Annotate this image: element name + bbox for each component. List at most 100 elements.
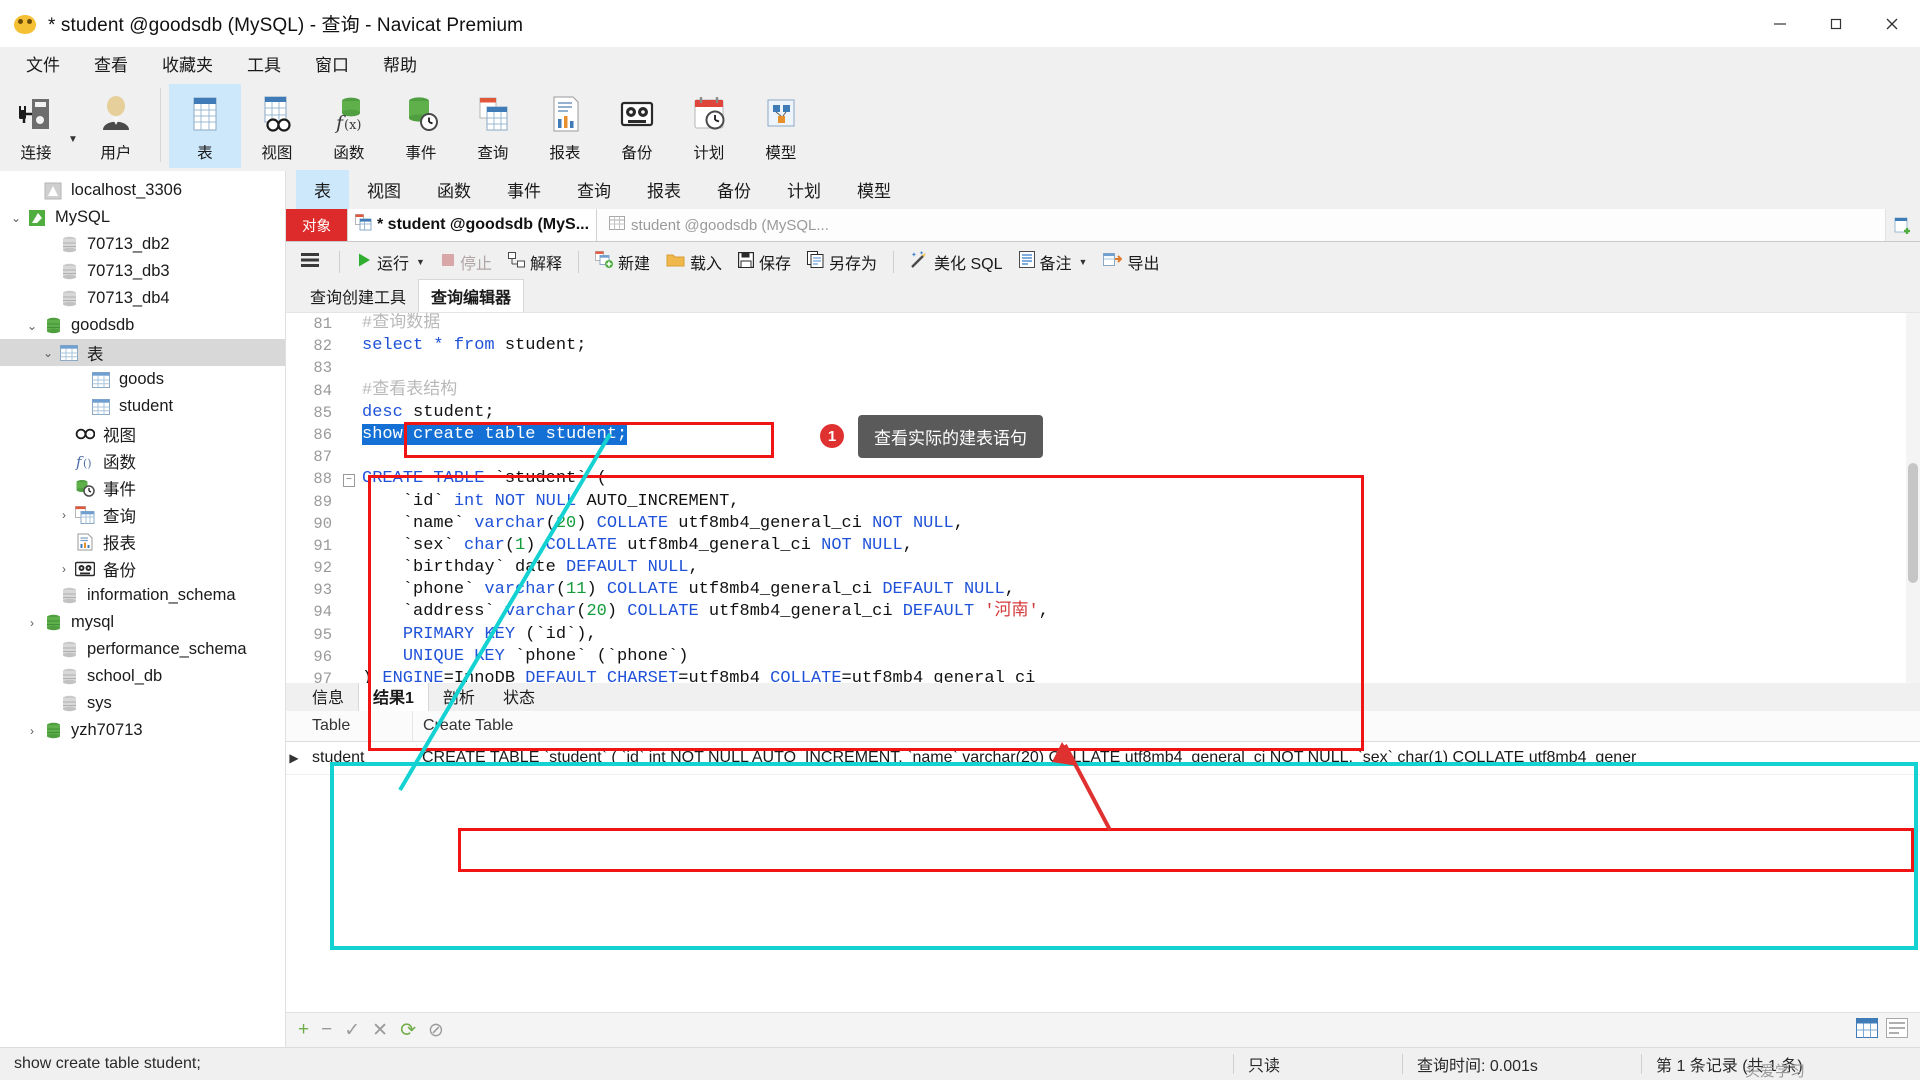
grid-view-icon[interactable] [1856,1017,1878,1043]
sidebar-item-3[interactable]: 70713_db3 [0,258,285,285]
action-save-as[interactable]: 另存为 [800,247,884,277]
chevron-down-icon[interactable]: ▼ [416,257,425,267]
menu-item-help[interactable]: 帮助 [367,47,433,80]
check-icon[interactable]: ✓ [344,1019,360,1042]
top-tab-6[interactable]: 备份 [699,170,769,209]
minimize-icon[interactable] [1752,0,1808,47]
grid-header-create-table[interactable]: Create Table [413,711,1920,741]
result-tab-2[interactable]: 剖析 [429,681,489,711]
minus-icon[interactable]: − [321,1019,332,1041]
action-explain[interactable]: 解释 [501,247,569,277]
editor-line[interactable]: 86 show create table student; [286,423,1920,446]
top-tab-8[interactable]: 模型 [839,170,909,209]
editor-vertical-scrollbar[interactable] [1906,313,1920,683]
refresh-icon[interactable]: ⟳ [400,1019,416,1042]
stop-circle-icon[interactable]: ⊘ [428,1019,444,1042]
editor-line[interactable]: 96 UNIQUE KEY `phone` (`phone`) [286,646,1920,668]
sidebar-item-16[interactable]: › mysql [0,609,285,636]
top-tab-5[interactable]: 报表 [629,170,699,209]
editor-line[interactable]: 85 desc student; [286,402,1920,424]
tab-query-student-active[interactable]: * student @goodsdb (MyS... [347,209,598,241]
editor-line[interactable]: 87 [286,446,1920,468]
editor-line[interactable]: 95 PRIMARY KEY (`id`), [286,624,1920,646]
cancel-icon[interactable]: ✕ [372,1019,388,1042]
sidebar-item-17[interactable]: performance_schema [0,636,285,663]
chevron-right-icon[interactable]: › [22,616,42,630]
chevron-down-icon[interactable]: ⌄ [38,346,58,360]
editor-line[interactable]: 84 #查看表结构 [286,380,1920,402]
ribbon-schedule-button[interactable]: 计划 [673,84,745,165]
ribbon-backup-button[interactable]: 备份 [601,84,673,165]
fold-toggle-icon[interactable]: − [342,468,356,490]
sql-editor-panel[interactable]: 81 #查询数据 82 select * from student; 83 84 #查看表结… [286,312,1920,683]
top-tab-1[interactable]: 视图 [349,170,419,209]
cell-create-table[interactable]: CREATE TABLE `student` ( `id` int NOT NU… [412,742,1920,774]
action-beautify[interactable]: ✦ ✦ 美化 SQL [903,247,1009,277]
tab-student-table[interactable]: student @goodsdb (MySQL... [597,209,1886,241]
chevron-right-icon[interactable]: › [22,724,42,738]
chevron-down-icon[interactable]: ⌄ [22,319,42,333]
result-tab-1[interactable]: 结果1 [358,680,429,711]
ribbon-function-button[interactable]: f (x) 函数 [313,84,385,165]
top-tab-7[interactable]: 计划 [769,170,839,209]
editor-tab-0[interactable]: 查询创建工具 [298,280,418,312]
ribbon-connection-button[interactable]: 连接 [0,84,72,165]
sidebar-item-5[interactable]: ⌄ goodsdb [0,312,285,339]
object-badge[interactable]: 对象 [286,209,347,241]
editor-line[interactable]: 81 #查询数据 [286,313,1920,335]
action-load[interactable]: 载入 [659,247,729,277]
result-tab-0[interactable]: 信息 [298,681,358,711]
menu-item-file[interactable]: 文件 [10,47,76,80]
new-tab-button[interactable] [1886,209,1920,241]
action-comment[interactable]: 备注 ▼ [1012,247,1095,277]
menu-item-view[interactable]: 查看 [78,47,144,80]
close-icon[interactable] [1864,0,1920,47]
ribbon-table-button[interactable]: 表 [168,84,241,168]
editor-line[interactable]: 88− CREATE TABLE `student` ( [286,468,1920,490]
result-tab-3[interactable]: 状态 [489,681,549,711]
sidebar-item-14[interactable]: › 备份 [0,555,285,582]
editor-line[interactable]: 91 `sex` char(1) COLLATE utf8mb4_general… [286,535,1920,557]
chevron-right-icon[interactable]: › [54,562,74,576]
ribbon-user-button[interactable]: 用户 [80,84,152,165]
top-tab-2[interactable]: 函数 [419,170,489,209]
sidebar-item-13[interactable]: 报表 [0,528,285,555]
ribbon-event-button[interactable]: 事件 [385,84,457,165]
sidebar-item-15[interactable]: information_schema [0,582,285,609]
editor-line[interactable]: 93 `phone` varchar(11) COLLATE utf8mb4_g… [286,579,1920,601]
sidebar-item-2[interactable]: 70713_db2 [0,231,285,258]
editor-tab-1[interactable]: 查询编辑器 [418,279,525,312]
sidebar-item-6[interactable]: ⌄ 表 [0,339,285,366]
sidebar-item-9[interactable]: 视图 [0,420,285,447]
result-grid[interactable]: Table Create Table ▶ student CREATE TABL… [286,711,1920,1012]
object-tree-sidebar[interactable]: localhost_3306 ⌄ MySQL 70713_db2 70713_db3 70… [0,171,286,1047]
hamburger-icon[interactable] [298,251,330,274]
sidebar-item-12[interactable]: › 查询 [0,501,285,528]
ribbon-model-button[interactable]: 模型 [745,84,817,165]
top-tab-4[interactable]: 查询 [559,170,629,209]
sidebar-item-19[interactable]: sys [0,690,285,717]
form-view-icon[interactable] [1886,1017,1908,1043]
menu-item-favorites[interactable]: 收藏夹 [146,47,229,80]
editor-line[interactable]: 97) ENGINE=InnoDB DEFAULT CHARSET=utf8mb… [286,668,1920,683]
ribbon-query-button[interactable]: 查询 [457,84,529,165]
editor-line[interactable]: 94 `address` varchar(20) COLLATE utf8mb4… [286,601,1920,623]
menu-item-tools[interactable]: 工具 [231,47,297,80]
menu-item-window[interactable]: 窗口 [299,47,365,80]
chevron-down-icon[interactable]: ▼ [1079,257,1088,267]
chevron-right-icon[interactable]: › [54,508,74,522]
editor-line[interactable]: 92 `birthday` date DEFAULT NULL, [286,557,1920,579]
top-tab-3[interactable]: 事件 [489,170,559,209]
cell-table-name[interactable]: student [302,742,412,774]
sidebar-item-20[interactable]: › yzh70713 [0,717,285,744]
sidebar-item-8[interactable]: student [0,393,285,420]
sidebar-item-7[interactable]: goods [0,366,285,393]
table-row[interactable]: ▶ student CREATE TABLE `student` ( `id` … [286,742,1920,775]
action-new[interactable]: 新建 [588,247,657,277]
sidebar-item-4[interactable]: 70713_db4 [0,285,285,312]
editor-line[interactable]: 90 `name` varchar(20) COLLATE utf8mb4_ge… [286,513,1920,535]
sidebar-item-1[interactable]: ⌄ MySQL [0,204,285,231]
action-save[interactable]: 保存 [731,247,798,277]
editor-line[interactable]: 89 `id` int NOT NULL AUTO_INCREMENT, [286,491,1920,513]
sidebar-item-18[interactable]: school_db [0,663,285,690]
